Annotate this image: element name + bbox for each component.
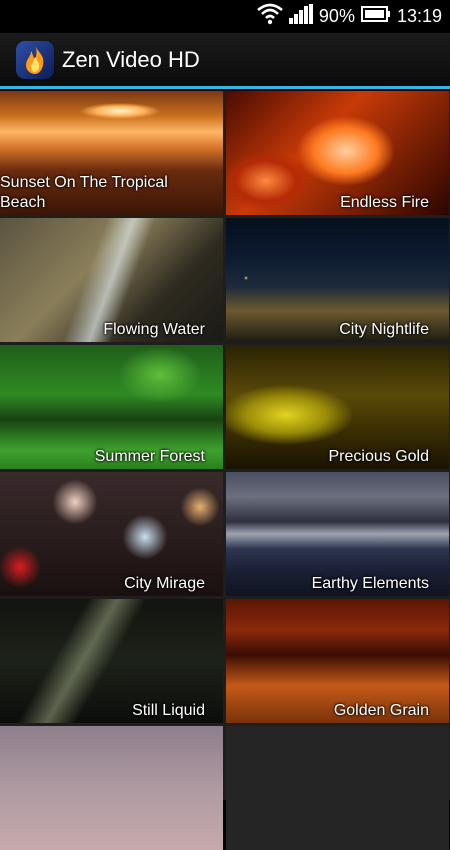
battery-percent: 90% xyxy=(318,6,355,26)
video-tile-precious-gold[interactable]: Precious Gold xyxy=(226,345,449,469)
status-icons: 90% 13:19 xyxy=(257,0,442,33)
flame-icon xyxy=(16,46,54,83)
action-bar: Zen Video HD xyxy=(0,33,450,89)
clock: 13:19 xyxy=(396,6,442,26)
video-tile-still-liquid[interactable]: Still Liquid xyxy=(0,599,223,723)
video-title: City Mirage xyxy=(124,575,205,592)
video-title: Still Liquid xyxy=(132,702,205,719)
empty-tile xyxy=(226,726,449,850)
status-bar: 90% 13:19 xyxy=(0,0,450,33)
video-title: Endless Fire xyxy=(340,194,429,211)
video-title: Earthy Elements xyxy=(311,575,429,592)
wifi-icon xyxy=(257,2,283,31)
video-title: Golden Grain xyxy=(333,702,429,719)
video-tile-flowing-water[interactable]: Flowing Water xyxy=(0,218,223,342)
video-title: Flowing Water xyxy=(103,321,205,338)
video-tile-summer-forest[interactable]: Summer Forest xyxy=(0,345,223,469)
video-tile-endless-fire[interactable]: Endless Fire xyxy=(226,91,449,215)
video-title: Precious Gold xyxy=(328,448,430,465)
signal-icon xyxy=(288,4,313,29)
video-tile-golden-grain[interactable]: Golden Grain xyxy=(226,599,449,723)
battery-icon xyxy=(360,6,391,27)
video-tile-sunset-tropical-beach[interactable]: Sunset On The Tropical Beach xyxy=(0,91,223,215)
video-title: Sunset On The Tropical Beach xyxy=(0,174,168,211)
video-tile-city-nightlife[interactable]: City Nightlife xyxy=(226,218,449,342)
app-icon[interactable] xyxy=(16,41,54,79)
video-title: Summer Forest xyxy=(94,448,205,465)
video-tile-partial[interactable] xyxy=(0,726,223,850)
video-title: City Nightlife xyxy=(339,321,429,338)
app-title: Zen Video HD xyxy=(62,47,200,72)
video-grid: Sunset On The Tropical Beach Endless Fir… xyxy=(0,91,450,850)
video-tile-city-mirage[interactable]: City Mirage xyxy=(0,472,223,596)
video-tile-earthy-elements[interactable]: Earthy Elements xyxy=(226,472,449,596)
